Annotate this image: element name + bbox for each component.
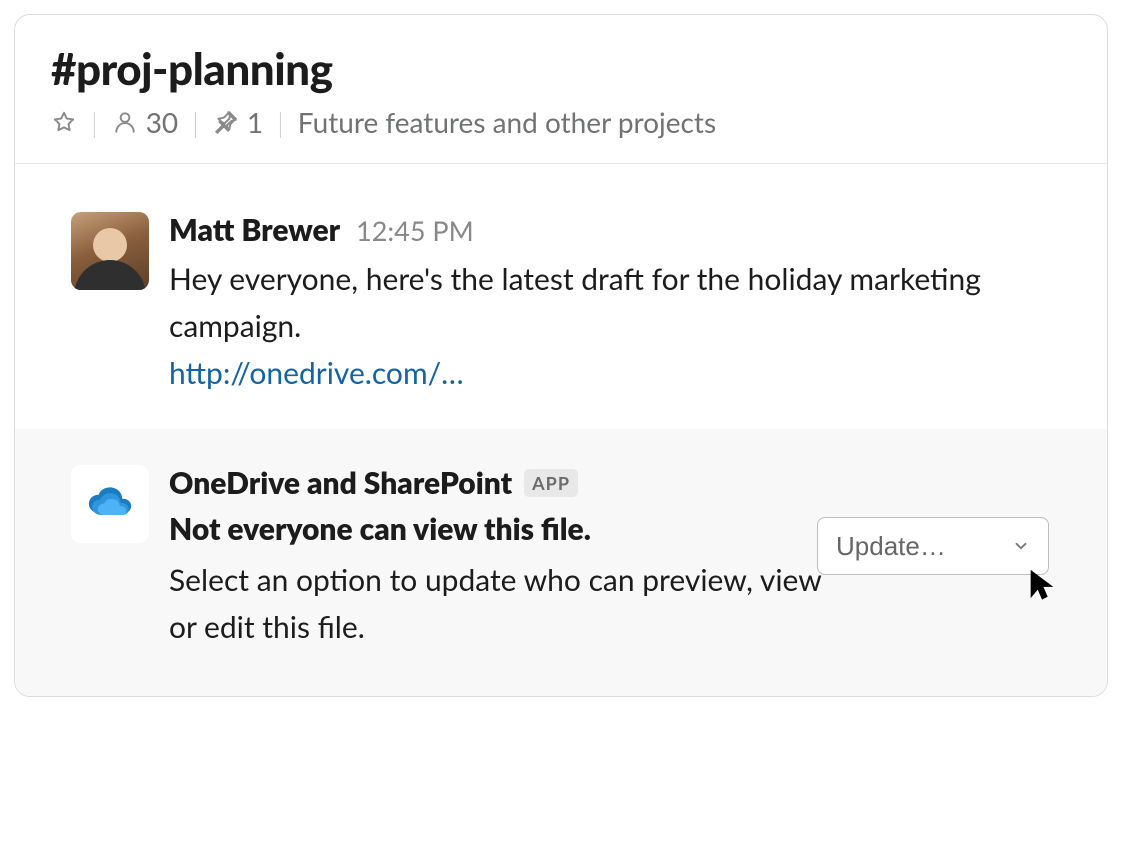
app-icon-tile[interactable] [71, 465, 149, 543]
app-attachment-title: Not everyone can view this file. [169, 511, 849, 547]
message-list: Matt Brewer 12:45 PM Hey everyone, here'… [15, 164, 1107, 696]
member-count-group[interactable]: 30 [112, 105, 178, 139]
app-header: OneDrive and SharePoint APP [169, 465, 849, 501]
channel-header: #proj-planning | 30 | 1 | Future feature… [15, 15, 1107, 164]
select-label: Update… [836, 531, 946, 562]
message-header: Matt Brewer 12:45 PM [169, 212, 1071, 248]
message-author[interactable]: Matt Brewer [169, 212, 340, 248]
person-icon [112, 109, 138, 135]
channel-name[interactable]: #proj-planning [51, 43, 1075, 95]
pinned-count: 1 [247, 105, 263, 139]
channel-topic[interactable]: Future features and other projects [298, 105, 716, 139]
app-body: OneDrive and SharePoint APP Not everyone… [169, 465, 849, 650]
app-attachment-description: Select an option to update who can previ… [169, 557, 849, 650]
channel-meta: | 30 | 1 | Future features and other pro… [51, 105, 1075, 139]
app-name[interactable]: OneDrive and SharePoint [169, 465, 512, 501]
app-badge: APP [524, 469, 578, 497]
message-link[interactable]: http://onedrive.com/… [169, 355, 464, 391]
slack-channel-card: #proj-planning | 30 | 1 | Future feature… [14, 14, 1108, 697]
star-icon[interactable] [51, 109, 77, 135]
message-timestamp[interactable]: 12:45 PM [356, 214, 474, 247]
member-count: 30 [146, 105, 178, 139]
divider: | [192, 105, 199, 139]
pinned-count-group[interactable]: 1 [213, 105, 263, 139]
divider: | [277, 105, 284, 139]
update-select-button[interactable]: Update… [817, 517, 1049, 575]
divider: | [91, 105, 98, 139]
avatar[interactable] [71, 212, 149, 290]
message-text: Hey everyone, here's the latest draft fo… [169, 256, 1069, 349]
onedrive-icon [84, 482, 136, 526]
message-body: Matt Brewer 12:45 PM Hey everyone, here'… [169, 212, 1071, 391]
pin-icon [213, 109, 239, 135]
chevron-down-icon [1012, 537, 1030, 555]
message-row: Matt Brewer 12:45 PM Hey everyone, here'… [15, 164, 1107, 429]
app-attachment-block: OneDrive and SharePoint APP Not everyone… [15, 429, 1107, 696]
